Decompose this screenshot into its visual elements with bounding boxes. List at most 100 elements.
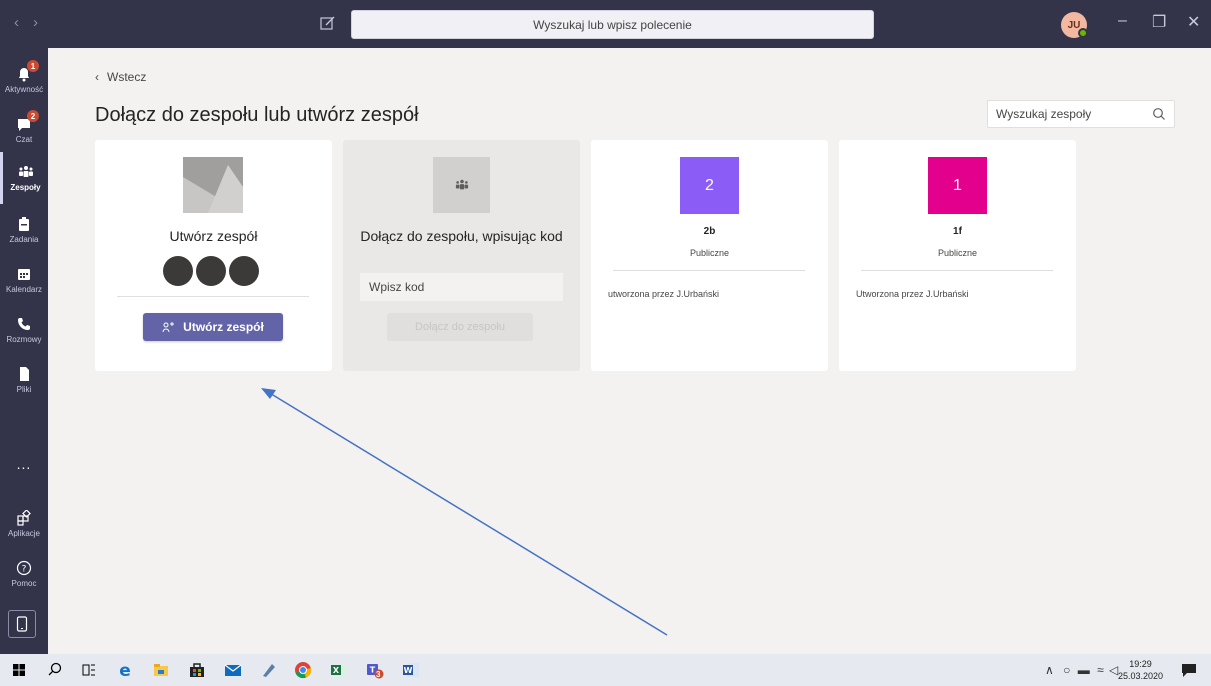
activity-badge: 1 — [27, 60, 39, 72]
team-tile-label: 1 — [953, 176, 962, 194]
team-card-2b[interactable]: 2 2b Publiczne utworzona przez J.Urbańsk… — [591, 140, 828, 371]
team-owner: Utworzona przez J.Urbański — [856, 289, 969, 299]
rail-label: Pomoc — [11, 579, 37, 588]
notifications-icon[interactable] — [1180, 661, 1198, 679]
mobile-device-icon — [16, 616, 28, 632]
volume-icon[interactable]: ◁ — [1109, 663, 1118, 677]
command-search-input[interactable]: Wyszukaj lub wpisz polecenie — [351, 10, 874, 39]
word-icon[interactable]: W — [402, 661, 420, 679]
rail-item-assignments[interactable]: Zadania — [0, 204, 48, 256]
mobile-download-button[interactable] — [8, 610, 36, 638]
team-code-placeholder: Wpisz kod — [369, 280, 425, 294]
add-team-icon — [162, 322, 175, 333]
svg-text:X: X — [333, 666, 340, 675]
rail-item-activity[interactable]: Aktywność 1 — [0, 54, 48, 106]
search-icon[interactable] — [46, 661, 64, 679]
back-label: Wstecz — [107, 70, 147, 84]
teams-icon — [18, 166, 33, 177]
svg-text:?: ? — [22, 565, 27, 575]
search-placeholder: Wyszukaj lub wpisz polecenie — [533, 17, 692, 32]
assignments-icon — [19, 217, 29, 231]
back-link[interactable]: ‹ Wstecz — [95, 70, 146, 84]
search-icon[interactable] — [1152, 107, 1166, 121]
search-teams-input[interactable]: Wyszukaj zespoły — [987, 100, 1175, 128]
chevron-up-icon[interactable]: ∧ — [1045, 663, 1054, 677]
rail-label: Aplikacje — [7, 529, 40, 538]
rail-item-calendar[interactable]: Kalendarz — [0, 254, 48, 306]
rail-label: Zespoły — [10, 183, 41, 192]
card-divider — [861, 270, 1053, 271]
chevron-left-icon: ‹ — [95, 70, 99, 84]
team-card-1f[interactable]: 1 1f Publiczne Utworzona przez J.Urbańsk… — [839, 140, 1076, 371]
create-team-title: Utwórz zespół — [169, 228, 258, 244]
rail-item-apps[interactable]: Aplikacje — [0, 498, 48, 550]
rail-label: Kalendarz — [5, 285, 43, 294]
avatar — [163, 256, 193, 286]
rail-label: Rozmowy — [6, 335, 42, 344]
forward-arrow-icon[interactable]: › — [33, 14, 38, 31]
restore-window-icon[interactable]: ❐ — [1152, 12, 1166, 32]
member-avatars — [163, 256, 259, 286]
rail-item-calls[interactable]: Rozmowy — [0, 304, 48, 356]
teams-taskbar-icon[interactable]: T — [366, 661, 384, 679]
search-teams-placeholder: Wyszukaj zespoły — [996, 107, 1092, 121]
compose-icon[interactable] — [319, 14, 337, 32]
app-bar: Aktywność 1 Czat 2 Zespoły Zadania Kalen… — [0, 48, 48, 654]
team-visibility: Publiczne — [689, 248, 730, 258]
back-arrow-icon[interactable]: ‹ — [14, 14, 19, 31]
apps-icon — [17, 510, 31, 526]
more-apps-button[interactable]: ... — [0, 456, 48, 472]
create-team-button[interactable]: Utwórz zespół — [143, 313, 283, 341]
edge-icon[interactable]: e — [116, 661, 134, 679]
rail-item-chat[interactable]: Czat 2 — [0, 104, 48, 156]
excel-icon[interactable]: X — [330, 661, 348, 679]
wifi-icon[interactable]: ≈ — [1097, 663, 1104, 677]
rail-label: Czat — [15, 135, 33, 144]
file-explorer-icon[interactable] — [152, 661, 170, 679]
phone-icon — [18, 318, 30, 330]
svg-text:e: e — [119, 661, 131, 679]
team-avatar-tile: 1 — [928, 157, 987, 214]
team-owner: utworzona przez J.Urbański — [608, 289, 720, 299]
join-team-image — [433, 157, 490, 213]
placeholder-image-icon — [183, 157, 243, 213]
history-nav: ‹ › — [14, 14, 38, 31]
system-tray: ∧ ○ ▬ ≈ ◁ — [1045, 663, 1118, 677]
store-icon[interactable] — [188, 661, 206, 679]
teams-notification-badge: 3 — [376, 670, 381, 679]
team-visibility: Publiczne — [937, 248, 978, 258]
rail-label: Zadania — [9, 235, 39, 244]
files-icon — [20, 367, 29, 381]
battery-icon[interactable]: ▬ — [1078, 663, 1090, 677]
mail-icon[interactable] — [224, 661, 242, 679]
rail-item-files[interactable]: Pliki — [0, 354, 48, 406]
join-team-button-label: Dołącz do zespołu — [415, 321, 505, 333]
join-team-title: Dołącz do zespołu, wpisując kod — [360, 228, 563, 244]
windows-taskbar: e X T 3 W ∧ ○ ▬ ≈ ◁ 19:29 25.03.2020 — [0, 654, 1211, 686]
close-window-icon[interactable]: ✕ — [1187, 12, 1200, 32]
page-title: Dołącz do zespołu lub utwórz zespół — [95, 104, 419, 126]
help-icon: ? — [16, 560, 32, 576]
system-clock[interactable]: 19:29 25.03.2020 — [1118, 658, 1163, 682]
onedrive-icon[interactable]: ○ — [1063, 663, 1070, 677]
windows-start-icon[interactable] — [10, 661, 28, 679]
team-code-input[interactable]: Wpisz kod — [360, 273, 563, 301]
more-icon: ... — [16, 456, 32, 472]
app-icon[interactable] — [260, 661, 278, 679]
calendar-icon — [18, 269, 30, 280]
rail-label: Pliki — [16, 385, 32, 394]
avatar — [196, 256, 226, 286]
minimize-icon[interactable]: – — [1118, 12, 1127, 30]
rail-item-teams[interactable]: Zespoły — [0, 152, 48, 204]
presence-status-icon — [1078, 28, 1088, 38]
create-team-button-label: Utwórz zespół — [183, 320, 264, 334]
chrome-icon[interactable] — [294, 661, 312, 679]
join-team-button[interactable]: Dołącz do zespołu — [387, 313, 533, 341]
join-with-code-card: Dołącz do zespołu, wpisując kod Wpisz ko… — [343, 140, 580, 371]
rail-label: Aktywność — [4, 85, 44, 94]
team-name: 2b — [703, 226, 716, 237]
chat-badge: 2 — [27, 110, 39, 122]
avatar — [229, 256, 259, 286]
rail-item-help[interactable]: ? Pomoc — [0, 548, 48, 600]
task-view-icon[interactable] — [80, 661, 98, 679]
